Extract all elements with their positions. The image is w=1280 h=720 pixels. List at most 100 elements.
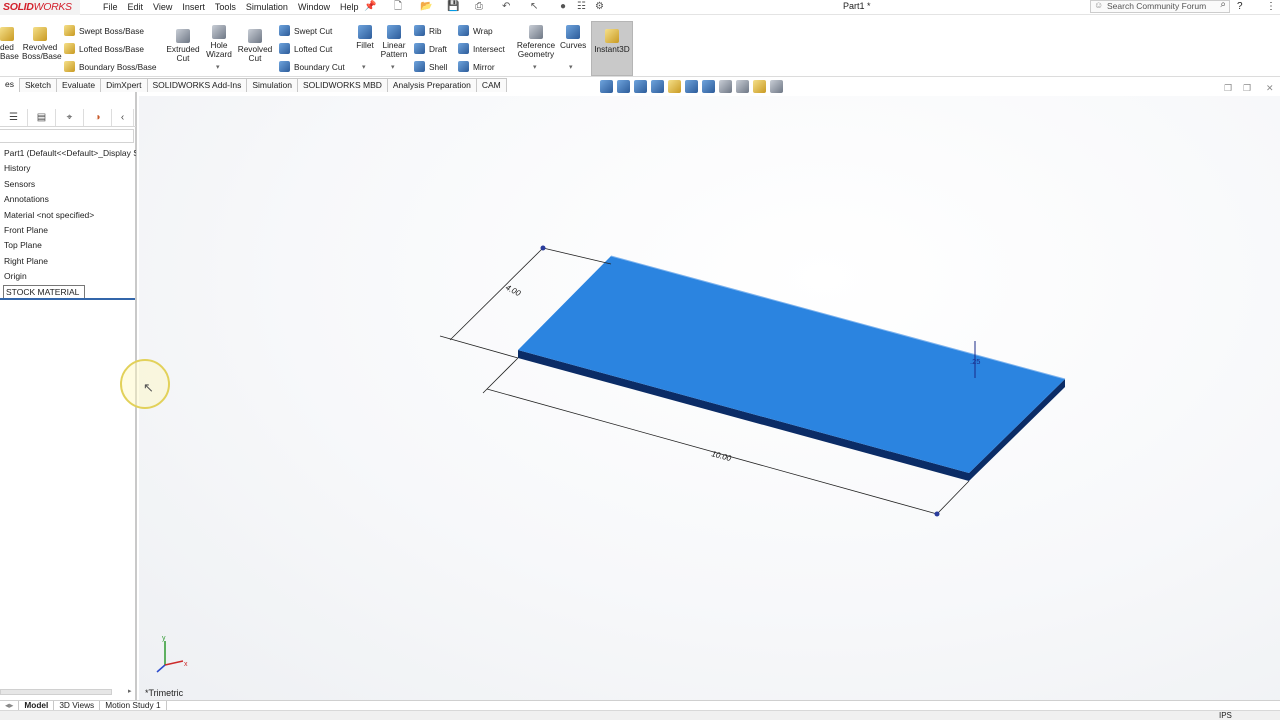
solidworks-logo[interactable]: SOLIDWORKS [0,0,80,15]
part-model[interactable]: 4.00 10.00 .25 y x [139,96,1280,700]
thickness-dimension-label[interactable]: .25 [970,357,980,366]
section-view-icon[interactable] [651,80,664,93]
save-icon[interactable]: 💾 [447,0,459,15]
tab-mbd[interactable]: SOLIDWORKS MBD [298,78,388,92]
panel-horizontal-scrollbar[interactable]: ▸ [0,687,136,697]
tab-3d-views[interactable]: 3D Views [54,701,101,710]
file-properties-icon[interactable]: ☷ [577,0,586,15]
swept-boss-button[interactable]: Swept Boss/Base [64,25,144,36]
view-settings-icon[interactable] [770,80,783,93]
revolved-cut-button[interactable]: Revolved Cut [237,29,273,63]
plate-top-face[interactable] [518,256,1065,473]
reference-geometry-dropdown[interactable]: ▾ [533,63,537,71]
feature-tree-tab-icon[interactable]: ☰ [0,109,28,126]
appearance-tab-icon[interactable]: ◑ [84,109,112,126]
tree-item-front-plane[interactable]: Front Plane [0,223,136,238]
dimension-handle[interactable] [934,511,940,517]
mirror-button[interactable]: Mirror [458,61,495,72]
tree-item-history[interactable]: History [0,161,136,176]
tree-item-top-plane[interactable]: Top Plane [0,238,136,253]
length-dimension-label[interactable]: 10.00 [710,449,732,463]
tab-evaluate[interactable]: Evaluate [56,78,102,92]
menu-view[interactable]: View [148,0,177,15]
options-gear-icon[interactable]: ⚙ [595,0,604,15]
tab-cam[interactable]: CAM [476,78,507,92]
menu-edit[interactable]: Edit [123,0,149,15]
draft-button[interactable]: Draft [414,43,447,54]
tab-addins[interactable]: SOLIDWORKS Add-Ins [147,78,248,92]
tree-item-origin[interactable]: Origin [0,269,136,284]
search-input[interactable]: ☺ Search Community Forum ⌕ [1090,0,1230,13]
menu-window[interactable]: Window [293,0,335,15]
configuration-tab-icon[interactable]: ⌖ [56,109,84,126]
tile-window-icon[interactable]: ❐ [1243,83,1251,94]
rebuild-icon[interactable]: ● [560,0,566,15]
undo-icon[interactable]: ↶ [502,0,510,15]
lofted-cut-button[interactable]: Lofted Cut [279,43,332,54]
shell-button[interactable]: Shell [414,61,447,72]
instant3d-button[interactable]: Instant3D [591,21,633,76]
more-icon[interactable]: ⋮ [1266,0,1276,13]
menu-simulation[interactable]: Simulation [241,0,293,15]
extruded-boss-button[interactable]: ded Base [0,27,19,61]
view-orientation-icon[interactable] [685,80,698,93]
tab-sketch[interactable]: Sketch [19,78,57,92]
apply-scene-icon[interactable] [753,80,766,93]
wrap-button[interactable]: Wrap [458,25,493,36]
width-dimension-label[interactable]: 4.00 [504,283,522,299]
tree-item-sensors[interactable]: Sensors [0,177,136,192]
edit-appearance-icon[interactable] [736,80,749,93]
display-style-icon[interactable] [702,80,715,93]
rename-feature-input[interactable]: STOCK MATERIAL [3,284,85,299]
tab-dimxpert[interactable]: DimXpert [101,78,148,92]
graphics-area[interactable]: 4.00 10.00 .25 y x [139,96,1280,700]
tree-root-part[interactable]: Part1 (Default<<Default>_Display S [0,146,136,161]
boundary-cut-button[interactable]: Boundary Cut [279,61,345,72]
scrollbar-thumb[interactable] [0,689,112,695]
rib-button[interactable]: Rib [414,25,441,36]
search-icon[interactable]: ⌕ [1220,0,1226,10]
tree-item-annotations[interactable]: Annotations [0,192,136,207]
fillet-dropdown[interactable]: ▾ [362,63,366,71]
property-manager-tab-icon[interactable]: ▤ [28,109,56,126]
curves-button[interactable]: Curves [560,25,586,50]
intersect-button[interactable]: Intersect [458,43,505,54]
rollback-bar[interactable] [0,298,135,300]
linear-pattern-button[interactable]: Linear Pattern [378,25,410,59]
pin-icon[interactable]: 📌 [364,1,376,12]
menu-insert[interactable]: Insert [177,0,210,15]
dimension-handle[interactable] [540,245,546,251]
previous-view-icon[interactable] [634,80,647,93]
curves-dropdown[interactable]: ▾ [569,63,573,71]
fillet-button[interactable]: Fillet [352,25,378,50]
swept-cut-button[interactable]: Swept Cut [279,25,332,36]
linear-pattern-dropdown[interactable]: ▾ [391,63,395,71]
tree-filter-input[interactable] [0,129,134,143]
reference-geometry-button[interactable]: Reference Geometry [515,25,557,59]
open-icon[interactable]: 📂 [420,0,432,15]
zoom-to-area-icon[interactable] [617,80,630,93]
tab-analysis-preparation[interactable]: Analysis Preparation [387,78,477,92]
menu-tools[interactable]: Tools [210,0,241,15]
restore-window-icon[interactable]: ❐ [1224,83,1232,94]
panel-scroll-icon[interactable]: ‹ [112,109,134,126]
lofted-boss-button[interactable]: Lofted Boss/Base [64,43,144,54]
menu-file[interactable]: File [98,0,123,15]
tab-features[interactable]: es [0,78,20,92]
tab-simulation[interactable]: Simulation [247,78,299,92]
help-icon[interactable]: ? [1237,0,1243,13]
menu-help[interactable]: Help [335,0,364,15]
close-window-icon[interactable]: ✕ [1266,83,1274,94]
print-icon[interactable]: ⎙ [475,0,483,15]
unit-system-selector[interactable]: IPS [1219,711,1232,720]
boundary-boss-button[interactable]: Boundary Boss/Base [64,61,156,72]
dynamic-annotation-icon[interactable] [668,80,681,93]
revolved-boss-button[interactable]: Revolved Boss/Base [22,27,62,61]
zoom-to-fit-icon[interactable] [600,80,613,93]
hole-wizard-button[interactable]: Hole Wizard [203,25,235,59]
tab-scroll-icon[interactable]: ◂▸ [0,701,20,710]
hide-show-items-icon[interactable] [719,80,732,93]
scroll-right-icon[interactable]: ▸ [128,687,132,695]
tab-motion-study[interactable]: Motion Study 1 [100,701,167,710]
extruded-cut-button[interactable]: Extruded Cut [165,29,201,63]
